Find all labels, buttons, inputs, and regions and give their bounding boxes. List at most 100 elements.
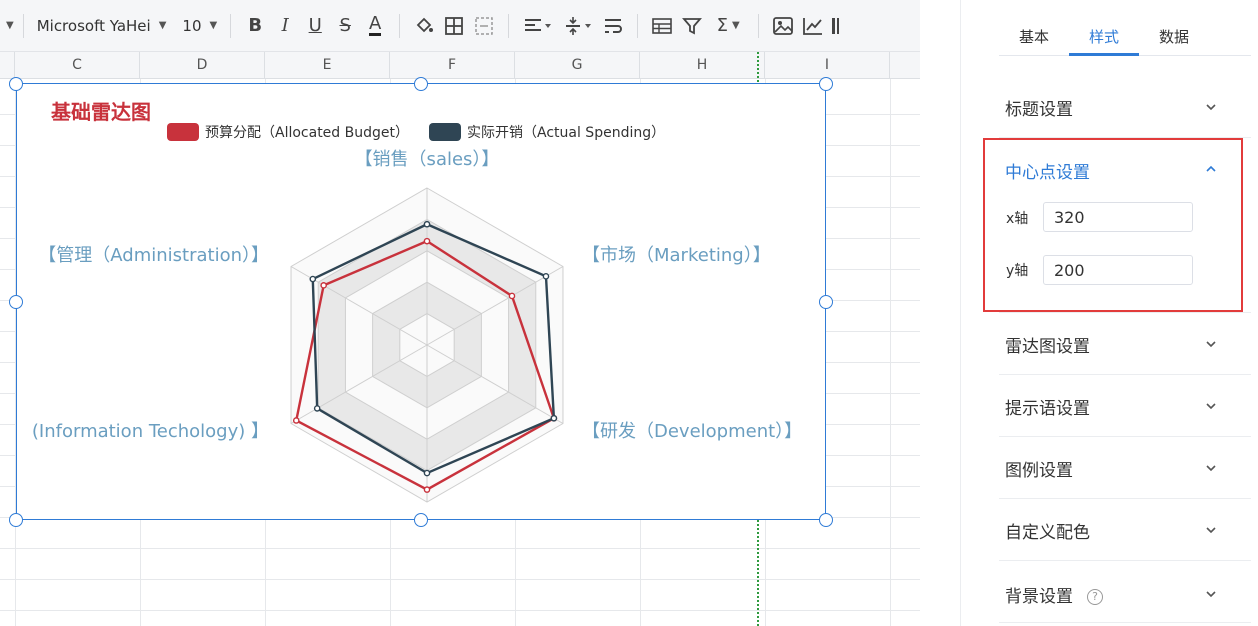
grid-column-line — [890, 79, 891, 626]
resize-handle-top-right[interactable] — [819, 77, 833, 91]
radar-data-point — [423, 469, 431, 477]
column-header-row: C D E F G H I — [0, 52, 920, 79]
column-header-h[interactable]: H — [640, 52, 765, 79]
underline-button[interactable]: U — [302, 13, 328, 39]
sum-icon: Σ — [716, 14, 729, 36]
align-left-icon — [525, 18, 552, 31]
bold-button[interactable]: B — [242, 13, 268, 39]
insert-chart-button[interactable] — [800, 13, 826, 39]
fill-color-button[interactable] — [411, 13, 437, 39]
chevron-down-icon — [1206, 104, 1216, 111]
section-label-row: 背景设置? — [1005, 582, 1103, 607]
settings-tabs: 基本 样式 数据 — [999, 0, 1251, 56]
column-header-e[interactable]: E — [265, 52, 390, 79]
resize-handle-left[interactable] — [9, 295, 23, 309]
radar-data-point — [292, 417, 300, 424]
section-legend-settings[interactable]: 图例设置 — [999, 437, 1251, 499]
column-header-d[interactable]: D — [140, 52, 265, 79]
table-format-button[interactable] — [649, 13, 675, 39]
section-label: 提示语设置 — [1005, 399, 1090, 419]
chart-settings-panel: 基本 样式 数据 标题设置 中心点设置 雷达图设置 提示语设置 图例设置 自定义… — [960, 0, 1258, 626]
radar-data-point — [309, 275, 317, 283]
filter-button[interactable] — [679, 13, 705, 39]
active-tab-indicator — [1069, 53, 1139, 56]
column-header-partial[interactable] — [0, 52, 15, 79]
tab-style[interactable]: 样式 — [1089, 26, 1119, 47]
section-label: 自定义配色 — [1005, 523, 1090, 543]
border-grid-icon — [445, 16, 464, 35]
section-radar-settings[interactable]: 雷达图设置 — [999, 313, 1251, 375]
radar-chart[interactable]: 基础雷达图 预算分配（Allocated Budget） 实际开销（Actual… — [16, 83, 826, 520]
divider — [230, 13, 232, 38]
font-size-value: 10 — [182, 16, 202, 35]
caret-down-icon[interactable]: ▼ — [6, 20, 14, 31]
resize-handle-bottom-right[interactable] — [819, 513, 833, 527]
radar-indicator-label: 【市场（Marketing）】 — [582, 245, 771, 266]
radar-data-point — [550, 414, 558, 422]
section-label: 图例设置 — [1005, 461, 1073, 481]
help-icon[interactable]: ? — [1087, 589, 1103, 605]
divider — [22, 13, 24, 38]
table-icon — [652, 17, 673, 34]
radar-indicator-label: 【研发（Development）】 — [582, 421, 802, 442]
chevron-down-icon — [1206, 403, 1216, 410]
wrap-text-icon — [605, 18, 623, 33]
column-header-i[interactable]: I — [765, 52, 890, 79]
font-family-value: Microsoft YaHei — [36, 16, 151, 35]
resize-handle-right[interactable] — [819, 295, 833, 309]
strikethrough-button[interactable]: S — [332, 13, 358, 39]
highlight-box — [983, 138, 1243, 312]
tab-basic[interactable]: 基本 — [1019, 26, 1049, 47]
caret-down-icon: ▼ — [732, 20, 740, 31]
divider — [508, 13, 510, 38]
chevron-down-icon — [1206, 527, 1216, 534]
tab-data[interactable]: 数据 — [1159, 26, 1189, 47]
section-custom-colors[interactable]: 自定义配色 — [999, 499, 1251, 561]
font-color-icon: A — [369, 13, 382, 36]
section-label: 标题设置 — [1005, 100, 1073, 120]
section-title-settings[interactable]: 标题设置 — [999, 75, 1251, 138]
paint-bucket-icon — [416, 17, 434, 32]
section-label: 背景设置 — [1005, 587, 1073, 607]
barcode-icon — [832, 17, 840, 34]
font-size-select[interactable]: 10 ▼ — [178, 17, 221, 35]
more-tools-button[interactable] — [830, 13, 842, 39]
font-color-button[interactable]: A — [362, 13, 388, 39]
merge-cells-button[interactable] — [471, 13, 497, 39]
font-family-select[interactable]: Microsoft YaHei ▼ — [33, 17, 171, 35]
italic-icon: I — [281, 14, 289, 36]
panel-gap — [920, 0, 960, 626]
grid-row-line — [0, 610, 920, 611]
divider — [637, 13, 639, 38]
resize-handle-bottom[interactable] — [414, 513, 428, 527]
column-header-c[interactable]: C — [15, 52, 140, 79]
horizontal-align-button[interactable] — [520, 13, 556, 39]
resize-handle-top-left[interactable] — [9, 77, 23, 91]
radar-indicator-label: 【销售（sales）】 — [355, 149, 500, 170]
image-icon — [773, 16, 794, 35]
column-header-f[interactable]: F — [390, 52, 515, 79]
caret-down-icon: ▼ — [158, 20, 167, 31]
section-background-settings[interactable]: 背景设置? — [999, 561, 1251, 623]
italic-button[interactable]: I — [272, 13, 298, 39]
column-header-g[interactable]: G — [515, 52, 640, 79]
sum-button[interactable]: Σ ▼ — [709, 13, 747, 39]
radar-data-point — [508, 292, 516, 300]
underline-icon: U — [308, 14, 322, 36]
grid-row-line — [0, 579, 920, 580]
borders-button[interactable] — [441, 13, 467, 39]
wrap-text-button[interactable] — [600, 13, 626, 39]
resize-handle-top[interactable] — [414, 77, 428, 91]
toolbar: ▼ Microsoft YaHei ▼ 10 ▼ B I U S A Σ ▼ — [0, 0, 920, 52]
line-chart-icon — [803, 17, 823, 35]
divider — [758, 13, 760, 38]
section-tooltip-settings[interactable]: 提示语设置 — [999, 375, 1251, 437]
radar-data-point — [542, 273, 550, 280]
vertical-align-icon — [566, 16, 592, 35]
strikethrough-icon: S — [339, 14, 351, 36]
insert-image-button[interactable] — [770, 13, 796, 39]
divider — [399, 13, 401, 38]
resize-handle-bottom-left[interactable] — [9, 513, 23, 527]
radar-data-point — [313, 405, 321, 412]
vertical-align-button[interactable] — [560, 13, 596, 39]
